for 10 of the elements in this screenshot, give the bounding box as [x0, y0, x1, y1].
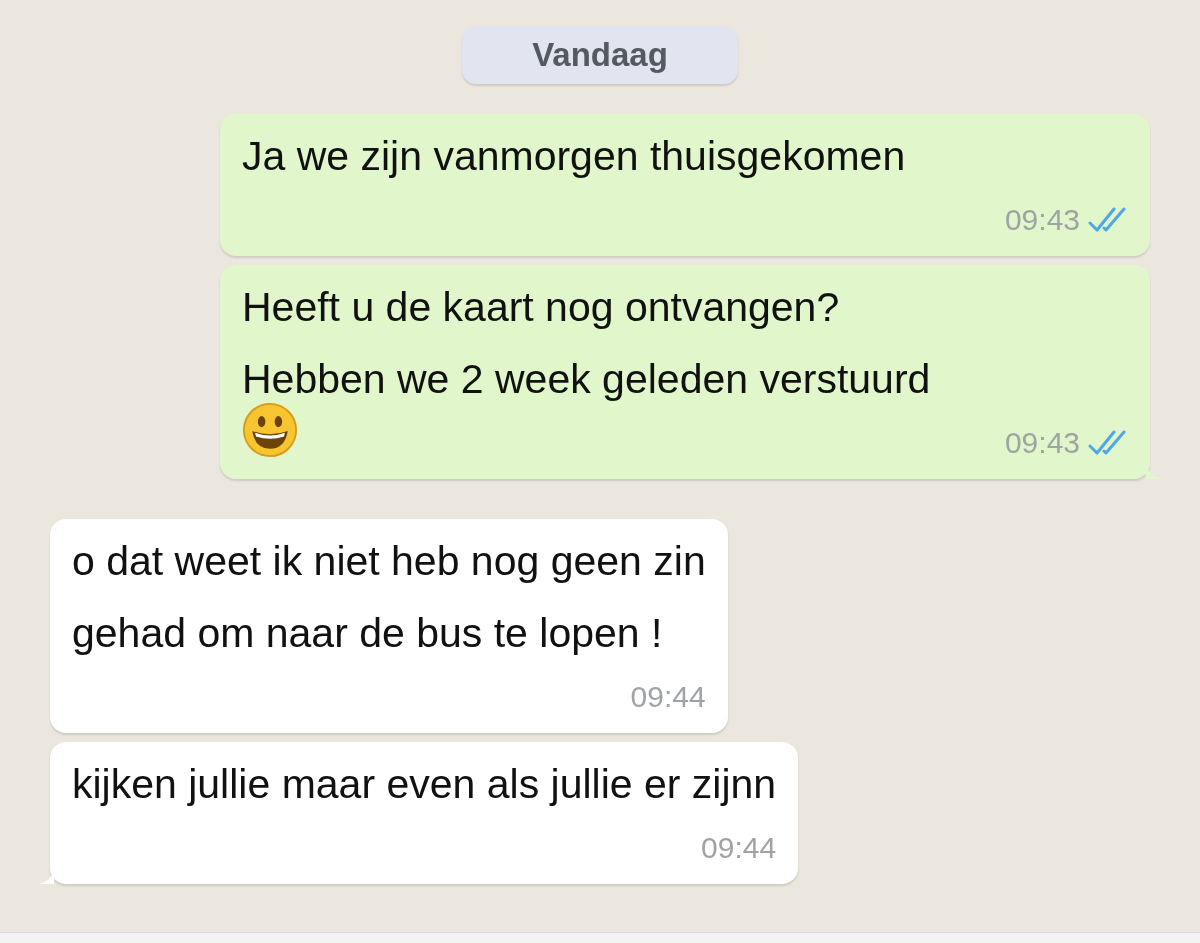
message-text: Ja we zijn vanmorgen thuisgekomen: [242, 132, 907, 181]
grinning-emoji-icon: [242, 402, 298, 458]
message-time: 09:44: [630, 680, 706, 714]
message-text: kijken jullie maar even als jullie er zijnn: [72, 760, 777, 809]
message-time: 09:43: [1004, 203, 1080, 237]
message-text: Heeft u de kaart nog ontvangen? Hebben we 2 week geleden verstuurd: [242, 283, 932, 404]
date-label: Vandaag: [462, 26, 738, 84]
message-time: 09:43: [1004, 426, 1080, 460]
message-time: 09:44: [701, 831, 777, 865]
message-text: o dat weet ik niet heb nog geen zin gehad om naar de bus te lopen !: [72, 537, 706, 658]
